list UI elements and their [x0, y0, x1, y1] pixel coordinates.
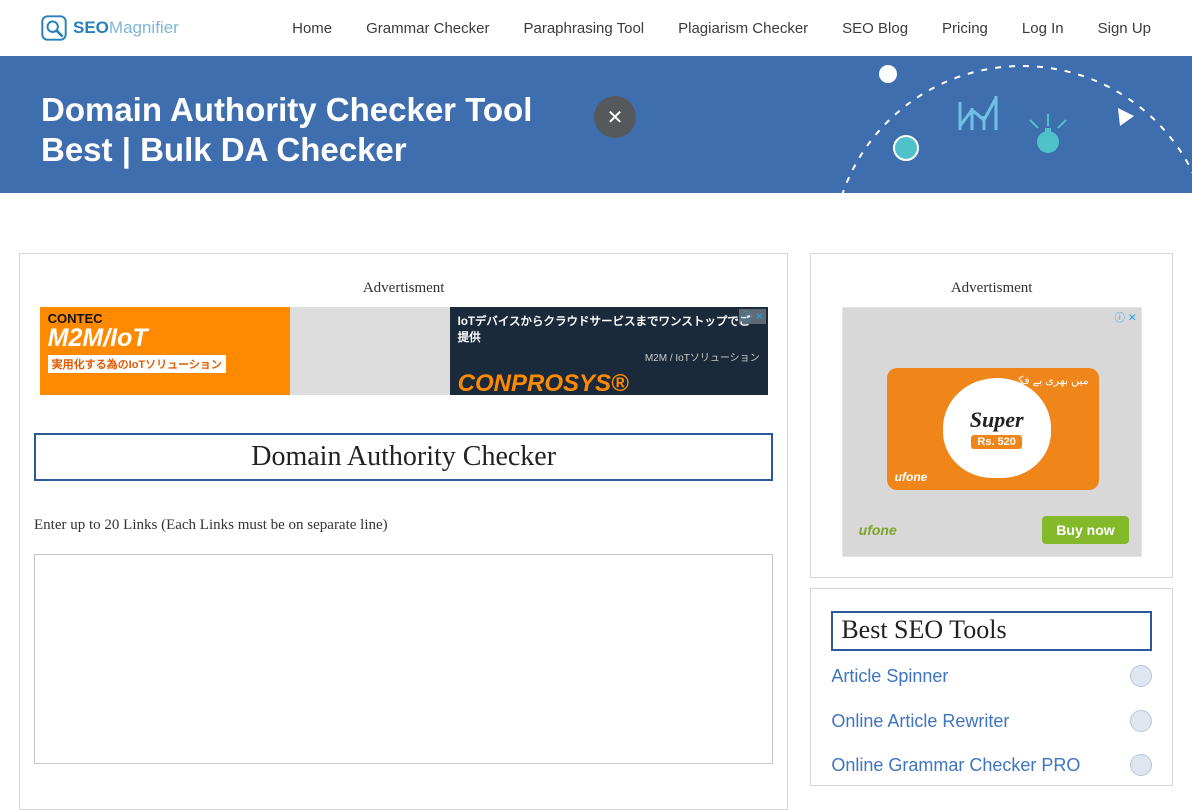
- content-row: Advertisment CONTEC M2M/IoT 実用化する為のIoTソリ…: [11, 253, 1181, 810]
- tool-link-row: Article Spinner: [831, 665, 1152, 688]
- sidebar-ad-box: Advertisment ⓘ ✕ میں بھری بے فکری Super …: [810, 253, 1173, 578]
- nav-seo-blog[interactable]: SEO Blog: [842, 20, 908, 37]
- ad-right-block: IoTデバイスからクラウドサービスまでワンストップでご提供 M2M / IoTソ…: [450, 307, 768, 395]
- ad-jp-small-text: 実用化する為のIoTソリューション: [48, 355, 226, 373]
- rewriter-icon: [1130, 710, 1152, 732]
- ad-buy-now-button[interactable]: Buy now: [1042, 516, 1128, 544]
- sidebar-tools-box: Best SEO Tools Article Spinner Online Ar…: [810, 588, 1173, 786]
- sidebar-tools-title-box: Best SEO Tools: [831, 611, 1152, 651]
- ad-jp-line1: IoTデバイスからクラウドサービスまでワンストップでご提供: [458, 313, 760, 345]
- ad-label-side: Advertisment: [827, 280, 1156, 297]
- ad-banner-side[interactable]: ⓘ ✕ میں بھری بے فکری Super Rs. 520 ufone…: [842, 307, 1142, 557]
- nav-login[interactable]: Log In: [1022, 20, 1064, 37]
- ad-left-block: CONTEC M2M/IoT 実用化する為のIoTソリューション: [40, 307, 290, 395]
- ad-device-image: [290, 307, 450, 395]
- tool-title-box: Domain Authority Checker: [34, 433, 773, 481]
- nav-signup[interactable]: Sign Up: [1098, 20, 1151, 37]
- main-panel: Advertisment CONTEC M2M/IoT 実用化する為のIoTソリ…: [19, 253, 788, 810]
- magnifier-icon: [41, 15, 67, 41]
- ad-label-main: Advertisment: [34, 280, 773, 297]
- nav-plagiarism-checker[interactable]: Plagiarism Checker: [678, 20, 808, 37]
- tool-link-row: Online Grammar Checker PRO: [831, 754, 1152, 777]
- tool-link-grammar-checker-pro[interactable]: Online Grammar Checker PRO: [831, 754, 1080, 777]
- logo-text: SEOMagnifier: [73, 18, 179, 38]
- ad-price-badge: Rs. 520: [971, 435, 1022, 449]
- hero-decoration-icon: [812, 56, 1192, 193]
- ad-conprosys-text: CONPROSYS®: [458, 370, 760, 395]
- top-nav-bar: SEOMagnifier Home Grammar Checker Paraph…: [0, 0, 1192, 56]
- nav-home[interactable]: Home: [292, 20, 332, 37]
- adchoices-icon[interactable]: ⓘ ✕: [1114, 310, 1136, 325]
- links-textarea[interactable]: [34, 554, 773, 764]
- ad-ufone-logo-card: ufone: [895, 470, 928, 484]
- tool-link-article-rewriter[interactable]: Online Article Rewriter: [831, 710, 1009, 733]
- tool-link-article-spinner[interactable]: Article Spinner: [831, 665, 948, 688]
- sidebar: Advertisment ⓘ ✕ میں بھری بے فکری Super …: [810, 253, 1173, 810]
- page-hero: ✕ Domain Authority Checker Tool Best | B…: [0, 56, 1192, 193]
- ad-m2m-text: M2M/IoT: [48, 324, 282, 353]
- nav-container: SEOMagnifier Home Grammar Checker Paraph…: [11, 0, 1181, 56]
- links-input-label: Enter up to 20 Links (Each Links must be…: [34, 517, 773, 534]
- ad-super-circle: Super Rs. 520: [943, 378, 1051, 478]
- ad-super-text: Super: [970, 407, 1024, 433]
- tool-link-row: Online Article Rewriter: [831, 710, 1152, 733]
- nav-links: Home Grammar Checker Paraphrasing Tool P…: [292, 20, 1151, 37]
- nav-paraphrasing-tool[interactable]: Paraphrasing Tool: [523, 20, 644, 37]
- ad-ufone-logo-bottom: ufone: [859, 522, 897, 538]
- adchoices-icon[interactable]: ⓘ ✕: [739, 309, 765, 324]
- spinner-icon: [1130, 665, 1152, 687]
- grammar-icon: [1130, 754, 1152, 776]
- ad-jp-line2: M2M / IoTソリューション: [458, 349, 760, 364]
- ad-banner-main[interactable]: CONTEC M2M/IoT 実用化する為のIoTソリューション IoTデバイス…: [40, 307, 768, 395]
- close-icon: ✕: [607, 105, 624, 130]
- sidebar-tools-title: Best SEO Tools: [841, 615, 1142, 645]
- tool-title: Domain Authority Checker: [36, 441, 771, 473]
- nav-grammar-checker[interactable]: Grammar Checker: [366, 20, 489, 37]
- logo-magnifier-text: Magnifier: [109, 18, 179, 37]
- site-logo[interactable]: SEOMagnifier: [41, 15, 179, 41]
- page-title-line1: Domain Authority Checker Tool: [41, 91, 532, 128]
- page-title-line2: Best | Bulk DA Checker: [41, 131, 407, 168]
- nav-pricing[interactable]: Pricing: [942, 20, 988, 37]
- close-overlay-button[interactable]: ✕: [594, 96, 636, 138]
- logo-seo-text: SEO: [73, 18, 109, 37]
